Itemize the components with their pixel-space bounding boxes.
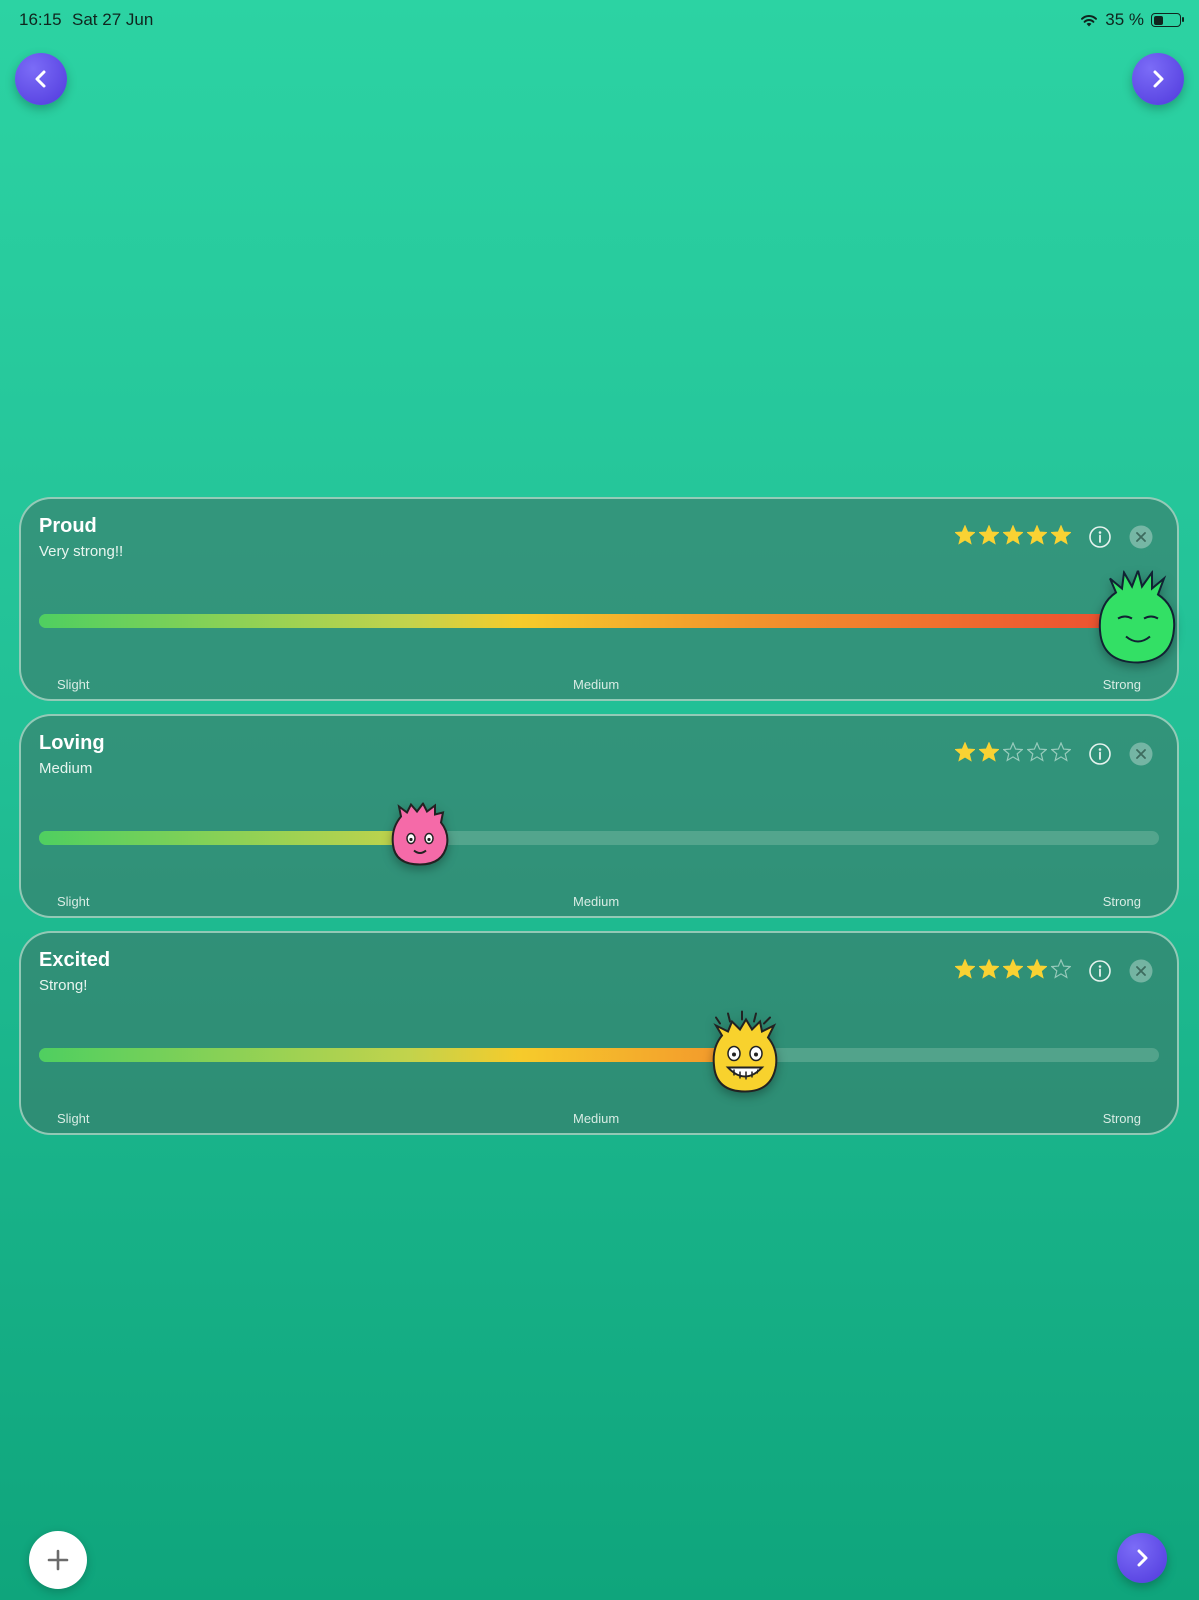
star-filled-icon[interactable] [979, 525, 999, 545]
star-rating [955, 525, 1071, 545]
info-icon[interactable] [1088, 959, 1112, 983]
star-empty-icon[interactable] [1051, 959, 1071, 979]
emotion-title: Proud [39, 515, 97, 537]
star-filled-icon[interactable] [955, 525, 975, 545]
close-icon[interactable] [1129, 959, 1153, 983]
emotion-title: Loving [39, 732, 105, 754]
chevron-right-icon [1153, 70, 1164, 88]
chevron-right-icon [1137, 1549, 1148, 1567]
scale-label-slight: Slight [57, 894, 90, 909]
next-button[interactable] [1117, 1533, 1167, 1583]
star-filled-icon[interactable] [955, 959, 975, 979]
emotion-card-proud: Proud Very strong!! Slight Medium Strong [19, 497, 1179, 701]
info-icon[interactable] [1088, 525, 1112, 549]
status-bar: 16:15 Sat 27 Jun 35 % [0, 0, 1199, 38]
slider-thumb-yellow-face[interactable] [710, 1010, 780, 1101]
star-filled-icon[interactable] [1003, 959, 1023, 979]
emotion-card-loving: Loving Medium Slight Medium Strong [19, 714, 1179, 918]
star-filled-icon[interactable] [1003, 525, 1023, 545]
scale-label-strong: Strong [1102, 1111, 1141, 1126]
wifi-icon [1081, 14, 1098, 27]
green-face-icon [1098, 567, 1176, 664]
battery-level [1153, 15, 1163, 25]
star-filled-icon[interactable] [979, 959, 999, 979]
emotion-intensity-text: Strong! [39, 977, 88, 994]
scale-label-slight: Slight [57, 1111, 90, 1126]
emotion-intensity-text: Medium [39, 760, 93, 777]
status-time: 16:15 [19, 10, 62, 29]
star-filled-icon[interactable] [1027, 959, 1047, 979]
star-empty-icon[interactable] [1003, 742, 1023, 762]
slider-thumb-pink-face[interactable] [387, 801, 453, 874]
info-icon[interactable] [1088, 742, 1112, 766]
emotion-title: Excited [39, 949, 111, 971]
battery-percent: 35 % [1105, 10, 1144, 29]
intensity-slider[interactable] [39, 1010, 1159, 1093]
status-date: Sat 27 Jun [72, 10, 154, 29]
star-filled-icon[interactable] [979, 742, 999, 762]
yellow-face-icon [712, 1010, 777, 1093]
battery-icon [1151, 13, 1184, 27]
star-empty-icon[interactable] [1027, 742, 1047, 762]
scale-label-medium: Medium [573, 894, 620, 909]
intensity-fill [39, 1048, 745, 1062]
slider-thumb-green-face[interactable] [1094, 567, 1180, 672]
chevron-left-icon [35, 70, 46, 88]
scale-label-strong: Strong [1102, 894, 1141, 909]
emotion-intensity-text: Very strong!! [39, 543, 124, 560]
close-icon[interactable] [1129, 742, 1153, 766]
star-filled-icon[interactable] [1051, 525, 1071, 545]
back-button[interactable] [15, 53, 67, 105]
star-rating [955, 959, 1071, 979]
star-filled-icon[interactable] [1027, 525, 1047, 545]
scale-label-slight: Slight [57, 677, 90, 692]
intensity-fill [39, 614, 1159, 628]
forward-button[interactable] [1132, 53, 1184, 105]
star-rating [955, 742, 1071, 762]
intensity-slider[interactable] [39, 567, 1176, 664]
plus-icon [47, 1549, 69, 1571]
pink-face-icon [391, 801, 449, 866]
scale-label-medium: Medium [573, 677, 620, 692]
status-indicators: 35 % [1080, 10, 1184, 30]
star-empty-icon[interactable] [1051, 742, 1071, 762]
scale-label-strong: Strong [1102, 677, 1141, 692]
intensity-fill [39, 831, 420, 845]
intensity-slider[interactable] [39, 801, 1159, 866]
close-icon[interactable] [1129, 525, 1153, 549]
add-emotion-button[interactable] [29, 1531, 87, 1589]
star-filled-icon[interactable] [955, 742, 975, 762]
scale-label-medium: Medium [573, 1111, 620, 1126]
emotion-card-excited: Excited Strong! Slight Medium Strong [19, 931, 1179, 1135]
